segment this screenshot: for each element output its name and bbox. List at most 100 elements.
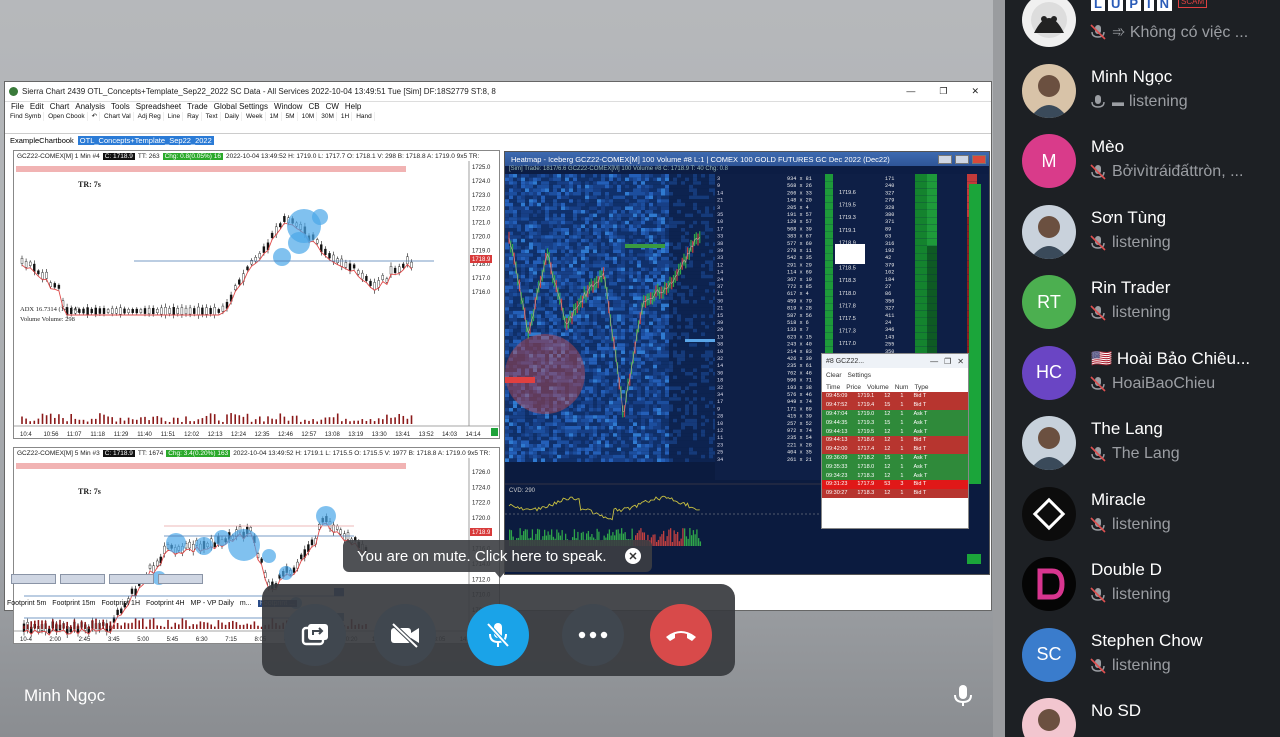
toolbar-button[interactable]: Week — [244, 112, 266, 121]
tas-maximize-icon[interactable]: ❐ — [944, 357, 951, 366]
toolbar-button[interactable]: Text — [204, 112, 221, 121]
toast-arrow — [495, 572, 505, 578]
tas-cell: 1 — [900, 410, 904, 417]
menu-item[interactable]: CB — [308, 102, 319, 112]
tas-row: 09:44:35 1719.3 15 1 Ask T — [822, 418, 968, 428]
minimized-window[interactable] — [60, 574, 105, 584]
toolbar-button[interactable]: Ray — [185, 112, 202, 121]
toolbar-button[interactable]: Find Symb — [8, 112, 45, 121]
tas-cell: 09:30:27 — [826, 490, 848, 497]
mute-toast[interactable]: You are on mute. Click here to speak. ✕ — [343, 540, 652, 572]
participant[interactable]: M Mèo Bởivìtráiđấttròn, ... — [1005, 125, 1280, 195]
tas-cell: 1 — [900, 472, 904, 479]
heatmap-maximize-icon[interactable] — [955, 154, 969, 164]
menu-item[interactable]: File — [11, 102, 24, 112]
close-toast-icon[interactable]: ✕ — [625, 548, 641, 564]
toolbar-button[interactable]: Chart Val — [102, 112, 134, 121]
camera-off-button[interactable] — [374, 604, 436, 666]
ladder-price: 1718.0 — [839, 291, 856, 297]
volume-bubble — [316, 506, 336, 526]
chart-1min[interactable]: GCZ22-COMEX[M] 1 Min #4 C: 1718.9 TT: 26… — [13, 150, 500, 439]
chart-1min-stats: 2022-10-04 13:49:52 H: 1719.0 L: 1717.7 … — [225, 152, 480, 160]
menu-item[interactable]: Global Settings — [214, 102, 268, 112]
share-screen-button[interactable] — [284, 604, 346, 666]
participant[interactable]: HC 🇺🇸 Hoài Bảo Chiêu... HoaiBaoChieu — [1005, 337, 1280, 407]
menu-item[interactable]: CW — [326, 102, 339, 112]
tas-cell: Ask T — [913, 419, 928, 426]
tas-menu-item[interactable]: Clear — [826, 372, 842, 379]
more-options-button[interactable] — [562, 604, 624, 666]
chart-tab[interactable]: MP - VP Daily — [191, 600, 234, 607]
camera-icon: ▬ — [1112, 94, 1124, 109]
menu-item[interactable]: Spreadsheet — [136, 102, 181, 112]
toolbar-button[interactable]: Open Cbook — [46, 112, 88, 121]
chart-1min-chg: Chg: 0.8(0.05%) 16 — [162, 152, 223, 160]
menu-item[interactable]: Edit — [30, 102, 44, 112]
tas-row: 09:44:13 1719.5 12 1 Ask T — [822, 427, 968, 436]
toolbar-button[interactable]: Adj Reg — [136, 112, 164, 121]
ladder-price: 1719.1 — [839, 228, 856, 234]
toolbar-button[interactable]: Hand — [354, 112, 375, 121]
chartbook-tab-otl[interactable]: OTL_Concepts+Template_Sep22_2022 — [77, 135, 214, 145]
toolbar-button[interactable]: 10M — [300, 112, 318, 121]
y-tick-label: 1726.0 — [472, 470, 491, 476]
y-tick-label: 1718.0 — [472, 262, 491, 268]
menu-item[interactable]: Chart — [50, 102, 70, 112]
chart-tab[interactable]: m... — [240, 600, 252, 607]
avatar: HC — [1022, 345, 1076, 400]
speaker-mic-icon — [954, 685, 972, 706]
end-call-button[interactable] — [650, 604, 712, 666]
tas-cell: 1719.5 — [857, 428, 875, 435]
menu-item[interactable]: Window — [274, 102, 302, 112]
menu-item[interactable]: Analysis — [75, 102, 105, 112]
chart-tab[interactable]: Footprint 5m — [7, 600, 46, 607]
tas-cell: 15 — [884, 419, 891, 426]
chart-tab[interactable]: Footprint 15m — [52, 600, 95, 607]
mic-on-icon — [1091, 94, 1105, 108]
time-and-sales-window[interactable]: #8 GCZ22... — ❐ ✕ Clear Settings Time Price V… — [821, 353, 969, 529]
minimized-window[interactable] — [109, 574, 154, 584]
tas-minimize-icon[interactable]: — — [930, 357, 938, 366]
participant[interactable]: Double D listening — [1005, 548, 1280, 618]
close-icon[interactable]: ✕ — [971, 86, 979, 97]
toolbar-button[interactable]: 1H — [339, 112, 353, 121]
chart-tab[interactable]: Footprint 1H — [101, 600, 140, 607]
participant[interactable]: SC Stephen Chow listening — [1005, 619, 1280, 689]
menu-item[interactable]: Tools — [111, 102, 130, 112]
toolbar-button[interactable]: 5M — [284, 112, 298, 121]
minimized-window[interactable] — [11, 574, 56, 584]
mic-off-icon — [1090, 375, 1106, 392]
mic-muted-button[interactable] — [467, 604, 529, 666]
volume-bubble — [214, 530, 230, 546]
participant[interactable]: No SD — [1005, 689, 1280, 737]
tas-close-icon[interactable]: ✕ — [957, 357, 964, 366]
minimized-window[interactable] — [158, 574, 203, 584]
heatmap-minimize-icon[interactable] — [938, 154, 952, 164]
maximize-icon[interactable]: ❐ — [939, 86, 947, 97]
participant[interactable]: The Lang The Lang — [1005, 407, 1280, 477]
toolbar-button[interactable]: 1M — [268, 112, 282, 121]
mic-off-icon — [1090, 24, 1106, 40]
participant[interactable]: L U P I N SCAM ➾ Không có việc ... — [1005, 0, 1280, 54]
chart-5min-header: GCZ22-COMEX[M] 5 Min #3 C: 1718.9 TT: 16… — [14, 448, 499, 458]
toolbar-button[interactable]: 30M — [319, 112, 337, 121]
participant[interactable]: Miracle listening — [1005, 478, 1280, 548]
participant-status-text: listening — [1112, 656, 1171, 674]
tas-cell: 1719.0 — [857, 410, 875, 417]
heatmap-close-icon[interactable] — [972, 154, 986, 164]
menu-item[interactable]: Help — [345, 102, 361, 112]
participant[interactable]: RT Rin Trader listening — [1005, 266, 1280, 336]
chartbook-tab-example[interactable]: ExampleChartbook — [8, 136, 76, 145]
participant[interactable]: Minh Ngọc ▬ listening — [1005, 55, 1280, 125]
chart-tab[interactable]: Footprint 4H — [146, 600, 185, 607]
toolbar-button[interactable]: Daily — [223, 112, 243, 121]
toolbar-button[interactable]: Line — [166, 112, 184, 121]
tas-row: 09:44:13 1718.6 12 1 Bid T — [822, 435, 968, 445]
participant[interactable]: Sơn Tùng listening — [1005, 196, 1280, 266]
toolbar-button[interactable]: ↶ — [90, 112, 101, 121]
participant-status: listening — [1089, 657, 1171, 675]
tas-menu-item[interactable]: Settings — [848, 372, 872, 379]
tas-cell: 09:47:52 — [826, 402, 848, 409]
menu-item[interactable]: Trade — [187, 102, 208, 112]
minimize-icon[interactable]: — — [906, 86, 915, 97]
